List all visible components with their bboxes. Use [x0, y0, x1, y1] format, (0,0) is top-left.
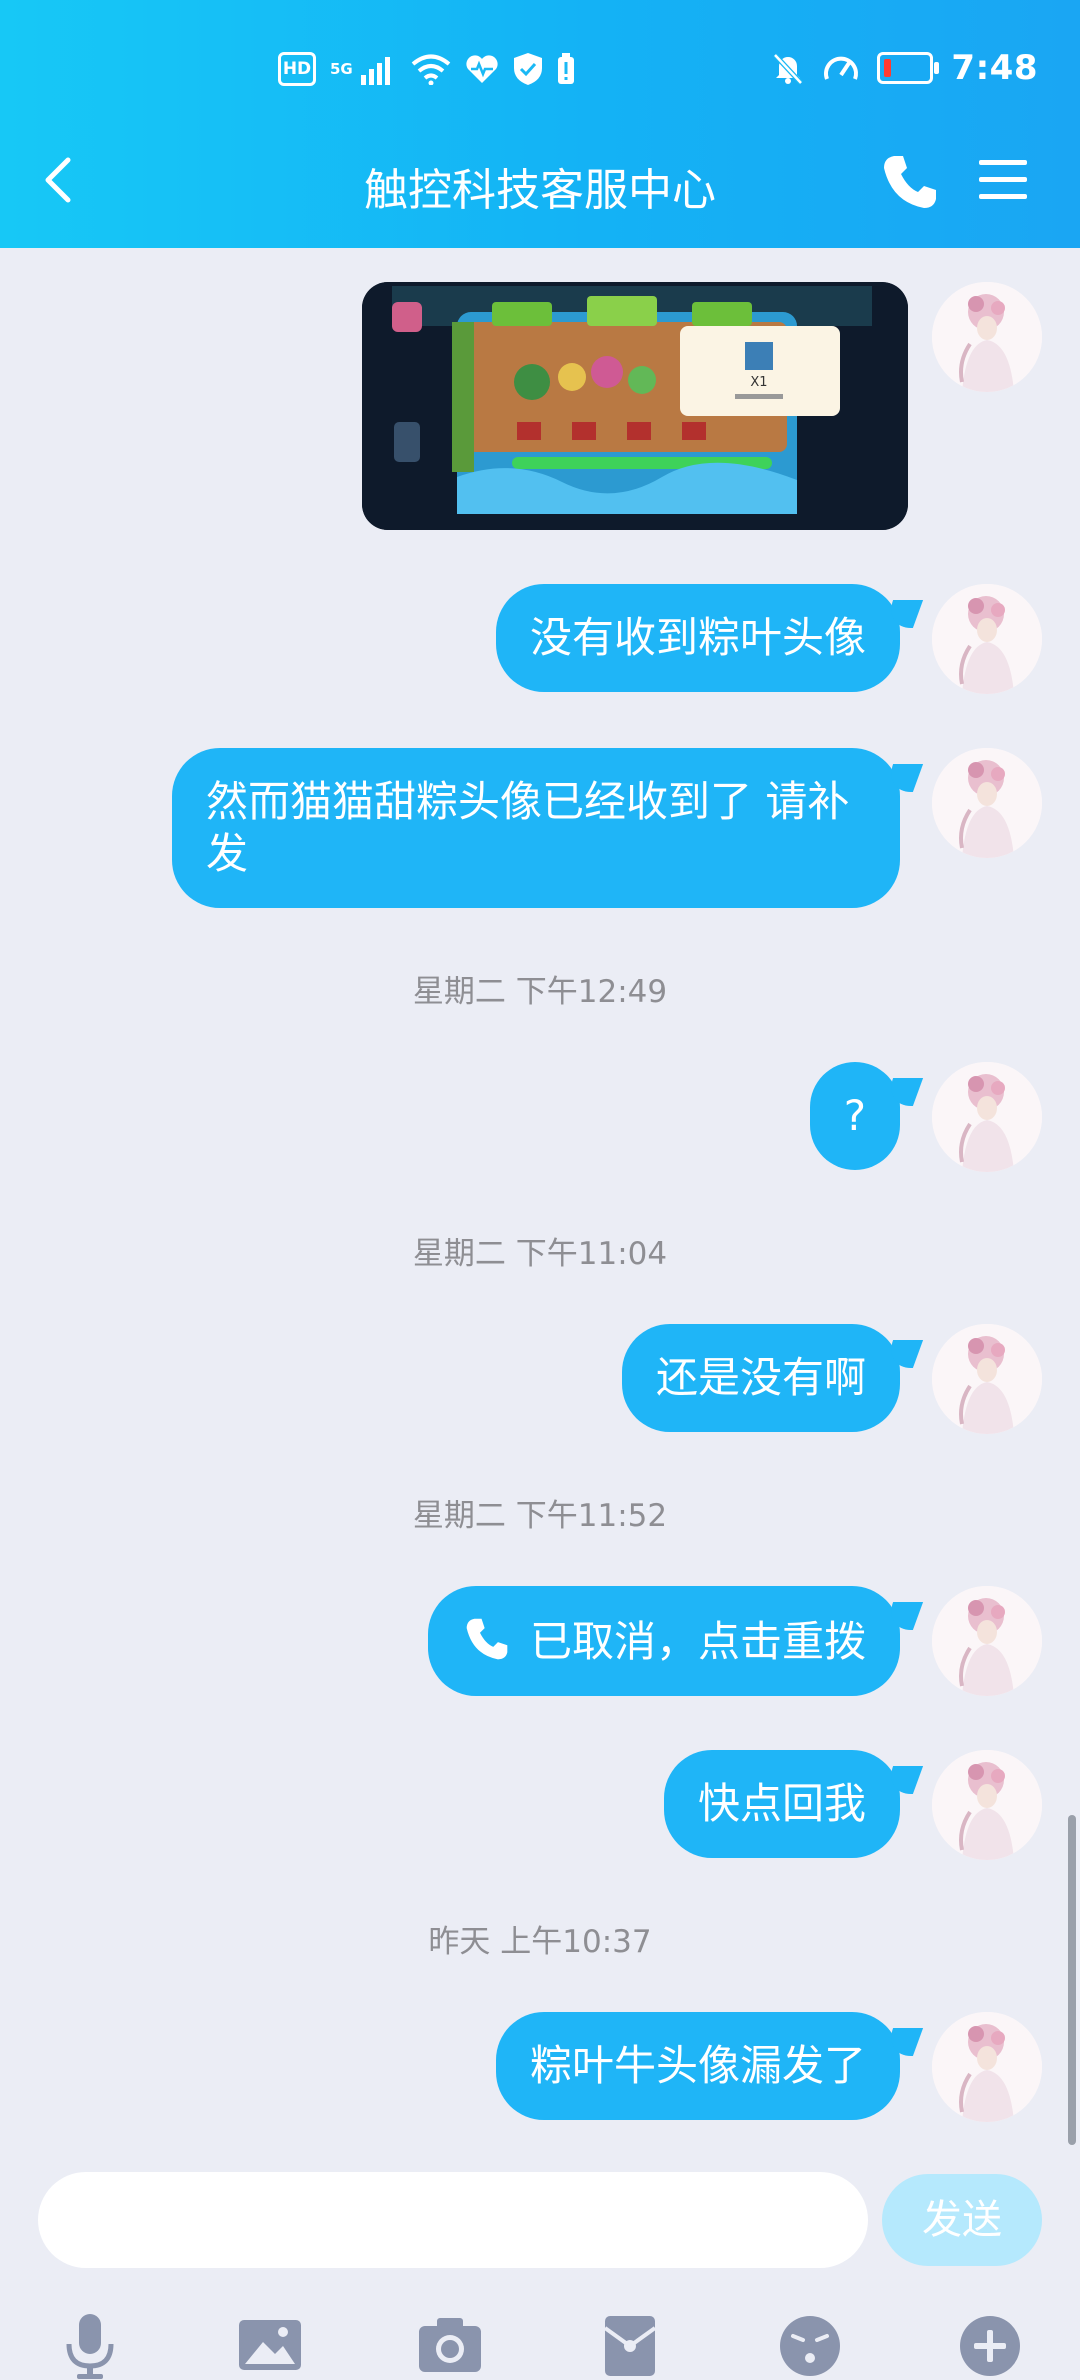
message-text: 粽叶牛头像漏发了 — [529, 2041, 866, 2090]
svg-text:X1: X1 — [750, 375, 767, 390]
camera-icon[interactable] — [415, 2310, 485, 2380]
avatar[interactable] — [932, 1750, 1042, 1860]
avatar[interactable] — [932, 2012, 1042, 2122]
mute-bell-icon — [773, 53, 804, 85]
status-left: HD 5G — [278, 52, 575, 86]
battery-alert-icon — [557, 53, 574, 84]
call-status-text: 已取消，点击重拨 — [529, 1617, 866, 1666]
timestamp: 昨天 上午10:37 — [428, 1924, 652, 1960]
network-type: 5G — [330, 60, 353, 78]
shield-icon — [513, 53, 542, 85]
avatar[interactable] — [932, 584, 1042, 694]
battery-icon — [877, 52, 940, 84]
timestamp: 星期二 下午11:04 — [412, 1236, 668, 1272]
message-bubble[interactable]: 没有收到粽叶头像 — [495, 584, 900, 692]
menu-icon[interactable] — [975, 152, 1031, 208]
avatar[interactable] — [932, 1324, 1042, 1434]
message-text: ? — [843, 1091, 866, 1140]
navigation-bar: 触控科技客服中心 — [0, 130, 1080, 240]
message-text: 然而猫猫甜粽头像已经收到了 请补发 — [206, 777, 850, 878]
message-text: 还是没有啊 — [655, 1353, 866, 1402]
call-message-bubble[interactable]: 已取消，点击重拨 — [427, 1586, 900, 1696]
phone-icon[interactable] — [878, 150, 942, 214]
image-message[interactable]: X1 — [362, 282, 908, 530]
avatar[interactable] — [932, 1062, 1042, 1172]
avatar[interactable] — [932, 1586, 1042, 1696]
speedometer-icon — [824, 56, 859, 80]
timestamp: 星期二 下午11:52 — [412, 1498, 668, 1534]
message-text: 快点回我 — [697, 1779, 866, 1828]
message-bubble[interactable]: 快点回我 — [663, 1750, 900, 1858]
message-bubble[interactable]: ? — [809, 1062, 900, 1170]
hd-badge: HD — [278, 52, 316, 86]
message-text: 没有收到粽叶头像 — [529, 613, 866, 662]
wifi-icon — [411, 54, 451, 85]
message-bubble[interactable]: 还是没有啊 — [621, 1324, 900, 1432]
red-packet-icon[interactable] — [595, 2310, 665, 2380]
avatar[interactable] — [932, 748, 1042, 858]
message-input[interactable] — [38, 2172, 868, 2268]
phone-icon — [466, 1618, 508, 1660]
scrollbar[interactable] — [1068, 1815, 1076, 2145]
avatar[interactable] — [932, 282, 1042, 392]
message-bubble[interactable]: 粽叶牛头像漏发了 — [495, 2012, 900, 2120]
input-bar: 发送 — [0, 2150, 1080, 2379]
image-icon[interactable] — [235, 2310, 305, 2380]
clock: 7:48 — [951, 48, 1038, 88]
health-icon — [466, 55, 498, 83]
status-right: 7:48 — [771, 48, 1038, 88]
plus-icon[interactable] — [955, 2310, 1025, 2380]
header: HD 5G 7:48 触控科技客服中心 — [0, 0, 1080, 248]
status-bar: HD 5G 7:48 — [0, 0, 1080, 150]
message-bubble[interactable]: 然而猫猫甜粽头像已经收到了 请补发 — [172, 748, 900, 908]
timestamp: 星期二 下午12:49 — [412, 974, 668, 1010]
signal-icon — [360, 57, 390, 85]
emoji-icon[interactable] — [775, 2310, 845, 2380]
send-button[interactable]: 发送 — [882, 2174, 1042, 2266]
microphone-icon[interactable] — [55, 2310, 125, 2380]
